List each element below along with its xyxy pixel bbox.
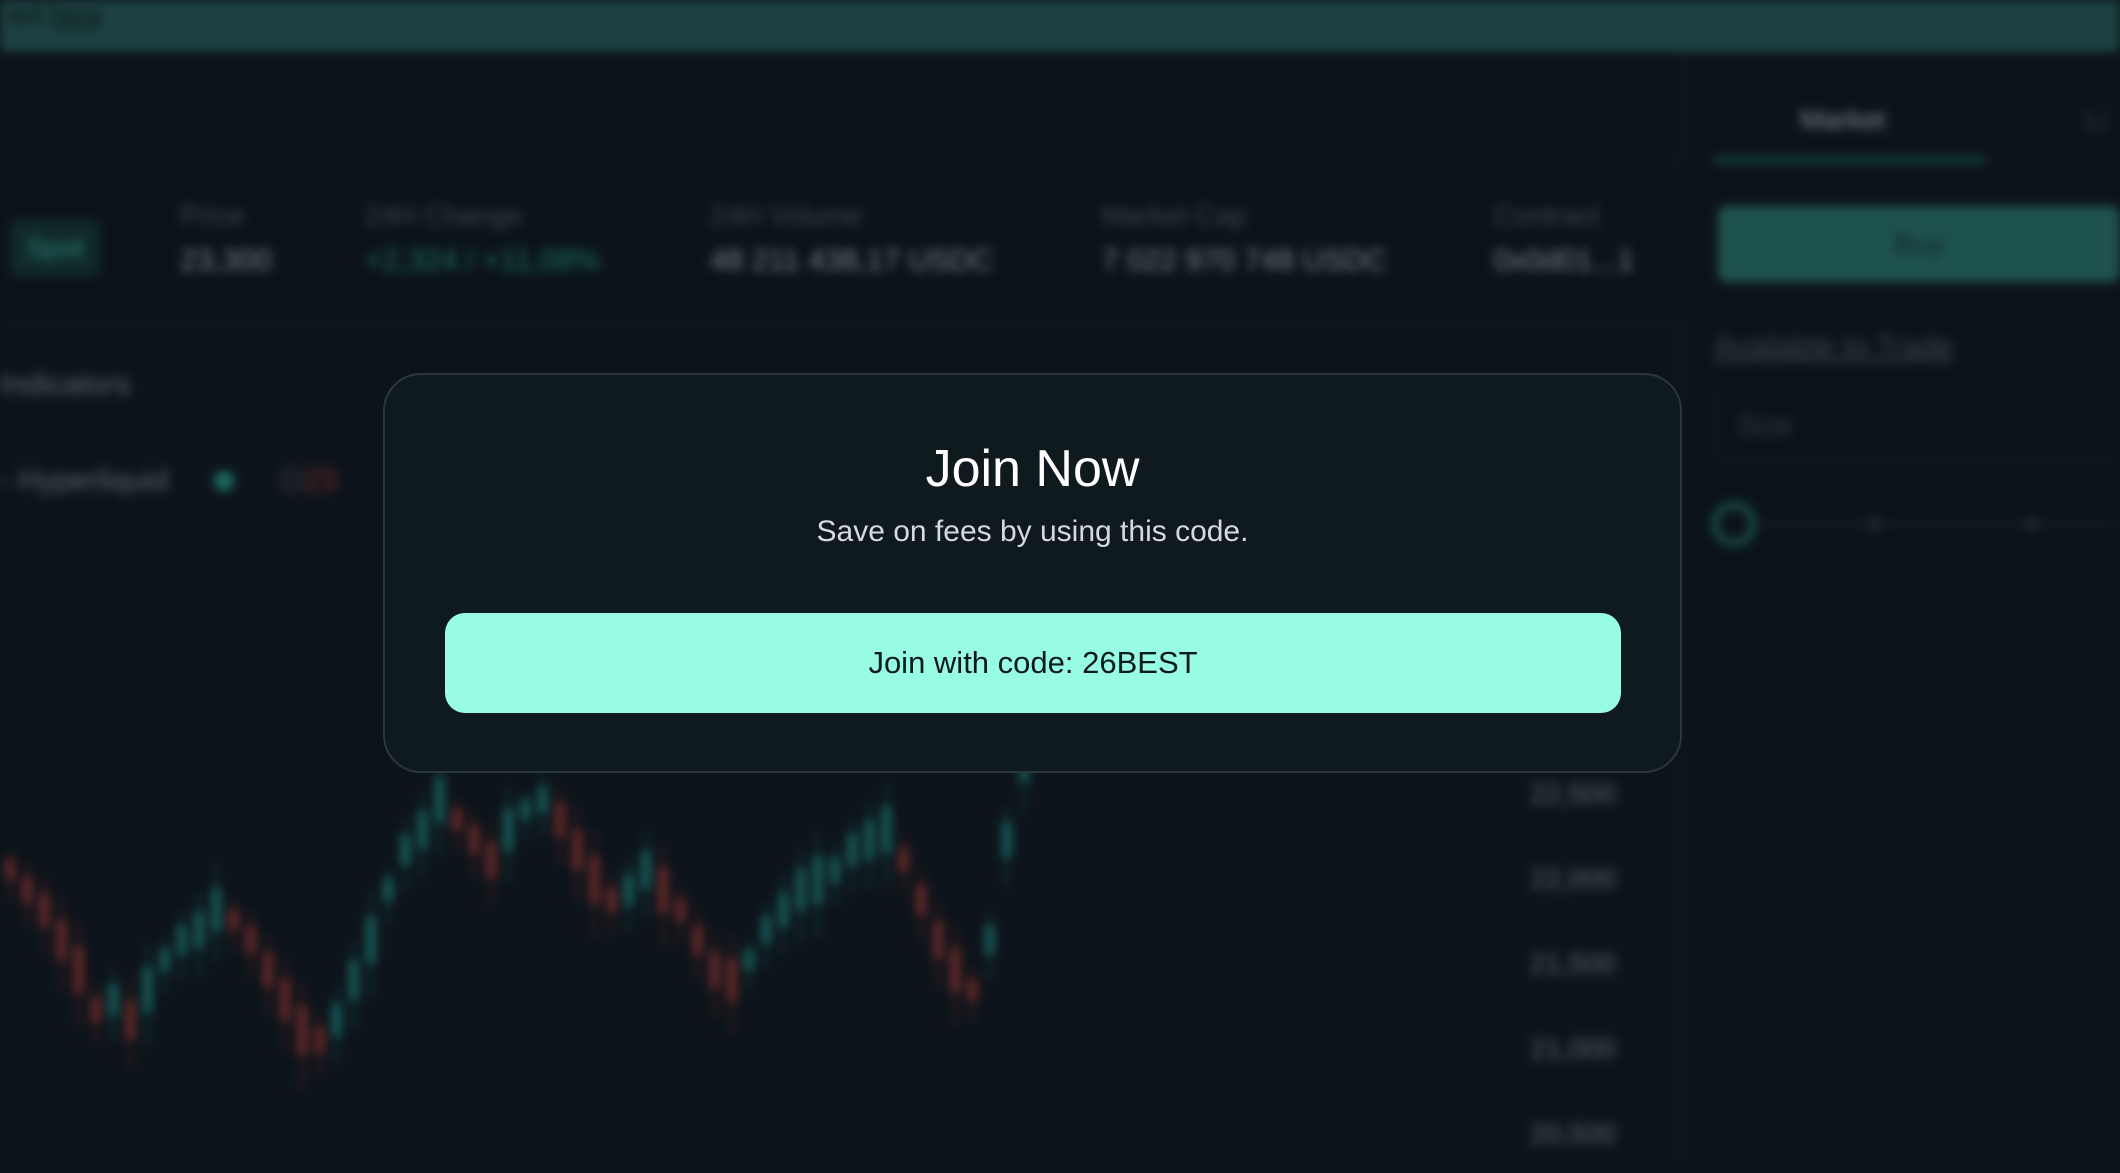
join-modal: Join Now Save on fees by using this code… [383, 373, 1682, 773]
modal-subtitle: Save on fees by using this code. [816, 515, 1249, 548]
join-with-code-button[interactable]: Join with code: 26BEST [445, 613, 1621, 713]
modal-title: Join Now [925, 440, 1140, 498]
